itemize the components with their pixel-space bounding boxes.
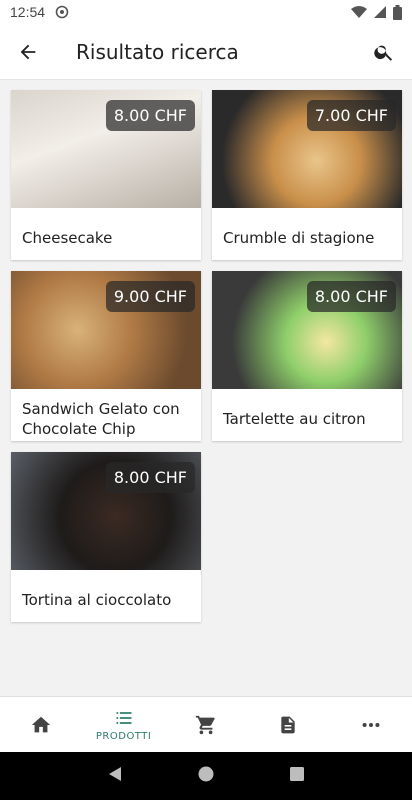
- triangle-back-icon: [109, 767, 122, 781]
- product-image: 8.00 CHF: [212, 271, 402, 389]
- square-recents-icon: [289, 767, 304, 781]
- product-image: 9.00 CHF: [11, 271, 201, 389]
- product-card[interactable]: 8.00 CHF Cheesecake: [11, 90, 201, 260]
- product-card[interactable]: 7.00 CHF Crumble di stagione: [212, 90, 402, 260]
- bottom-navigation: PRODOTTI: [0, 696, 412, 752]
- product-name: Cheesecake: [22, 229, 113, 247]
- product-image: 7.00 CHF: [212, 90, 402, 208]
- battery-icon: [393, 4, 402, 20]
- product-card[interactable]: 8.00 CHF Tartelette au citron: [212, 271, 402, 441]
- price-badge: 8.00 CHF: [105, 100, 195, 131]
- more-icon: [362, 722, 380, 727]
- wifi-icon: [351, 6, 367, 18]
- nav-more[interactable]: [330, 697, 412, 752]
- nav-home[interactable]: [0, 697, 82, 752]
- at-icon: [55, 5, 69, 19]
- signal-icon: [374, 6, 386, 18]
- status-icons: [351, 4, 402, 20]
- product-name: Crumble di stagione: [223, 229, 375, 247]
- nav-prodotti-label: PRODOTTI: [95, 730, 152, 742]
- system-back-button[interactable]: [107, 766, 123, 786]
- price-badge: 9.00 CHF: [105, 281, 195, 312]
- product-name: Tartelette au citron: [223, 410, 366, 428]
- status-time: 12:54: [10, 4, 46, 20]
- system-home-button[interactable]: [198, 766, 214, 786]
- cart-icon: [195, 715, 215, 734]
- search-button[interactable]: [356, 24, 412, 80]
- price-badge: 7.00 CHF: [306, 100, 396, 131]
- nav-prodotti[interactable]: PRODOTTI: [82, 697, 164, 752]
- product-image: 8.00 CHF: [11, 90, 201, 208]
- status-bar: 12:54: [0, 0, 412, 24]
- system-recents-button[interactable]: [289, 766, 305, 786]
- nav-documents[interactable]: [247, 697, 329, 752]
- list-icon: [116, 711, 132, 724]
- document-icon: [281, 716, 296, 733]
- price-badge: 8.00 CHF: [105, 462, 195, 493]
- search-icon: [374, 45, 393, 61]
- system-navigation-bar: [0, 752, 412, 800]
- product-name: Sandwich Gelato con Chocolate Chip: [22, 400, 180, 438]
- circle-home-icon: [198, 766, 214, 782]
- nav-cart[interactable]: [165, 697, 247, 752]
- product-image: 8.00 CHF: [11, 452, 201, 570]
- product-name: Tortina al cioccolato: [22, 591, 172, 609]
- page-title: Risultato ricerca: [76, 39, 239, 64]
- product-card[interactable]: 9.00 CHF Sandwich Gelato con Chocolate C…: [11, 271, 201, 441]
- price-badge: 8.00 CHF: [306, 281, 396, 312]
- back-button[interactable]: [0, 24, 56, 80]
- home-icon: [32, 716, 51, 732]
- app-bar: Risultato ricerca: [0, 24, 412, 80]
- product-card[interactable]: 8.00 CHF Tortina al cioccolato: [11, 452, 201, 622]
- arrow-back-icon: [20, 44, 36, 59]
